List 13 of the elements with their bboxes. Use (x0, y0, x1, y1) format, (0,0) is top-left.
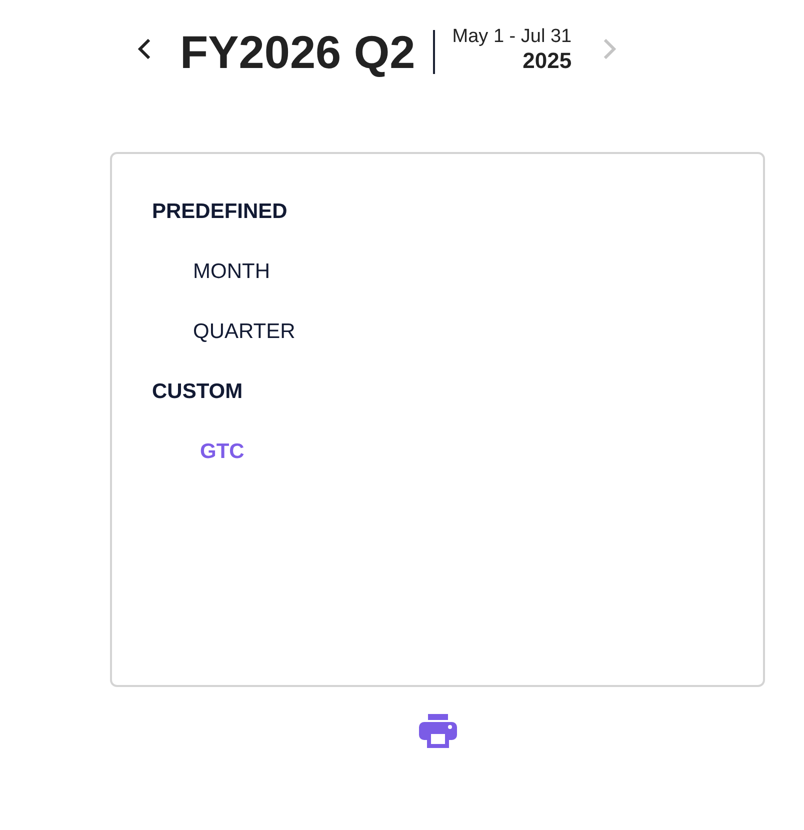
printer-icon (418, 714, 456, 748)
section-heading: PREDEFINED (152, 200, 288, 224)
year-label: 2025 (522, 48, 572, 74)
range-option[interactable]: QUARTER (193, 320, 296, 344)
period-title: FY2026 Q2 (180, 26, 416, 78)
range-option[interactable]: GTC (200, 440, 244, 464)
section-heading: CUSTOM (152, 380, 243, 404)
print-button[interactable] (418, 714, 456, 748)
chevron-left-icon (137, 39, 151, 59)
range-option[interactable]: MONTH (193, 260, 270, 284)
chevron-right-icon (602, 39, 617, 59)
previous-button[interactable] (137, 39, 151, 59)
date-range: May 1 - Jul 31 (452, 26, 572, 48)
